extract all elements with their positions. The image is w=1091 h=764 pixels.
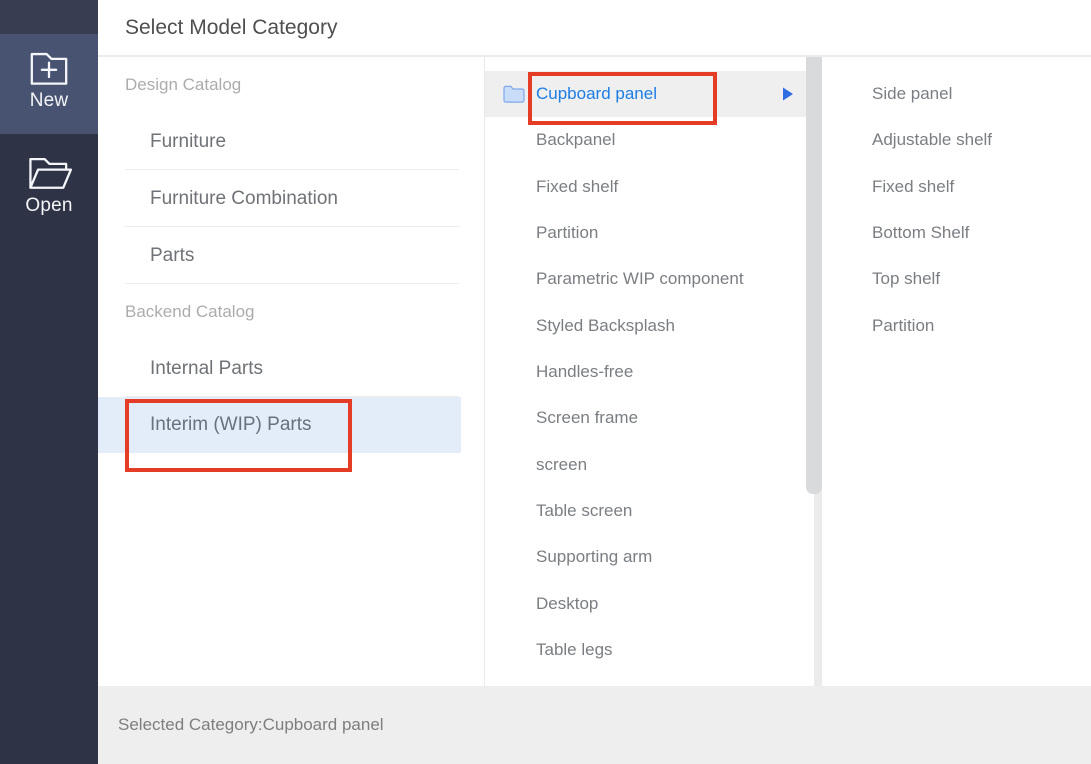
page-title: Select Model Category: [125, 0, 337, 55]
status-text: Selected Category:Cupboard panel: [118, 715, 384, 735]
subcategory-label: Cupboard panel: [536, 84, 657, 104]
subcategory-item-desktop[interactable]: Desktop: [485, 581, 806, 627]
subcategory-item-table-legs[interactable]: Table legs: [485, 627, 806, 673]
section-header-backend-catalog: Backend Catalog: [98, 284, 484, 340]
detail-list: Side panel Adjustable shelf Fixed shelf …: [822, 71, 1091, 349]
status-bar: Selected Category:Cupboard panel: [98, 686, 1091, 764]
sidebar: New Open: [0, 0, 98, 764]
detail-item-top-shelf[interactable]: Top shelf: [822, 256, 1091, 302]
category-item-parts[interactable]: Parts: [98, 227, 484, 284]
subcategory-item-partition[interactable]: Partition: [485, 210, 806, 256]
open-folder-icon: [25, 152, 73, 192]
subcategory-item-fixed-shelf[interactable]: Fixed shelf: [485, 164, 806, 210]
category-panel: Design Catalog Furniture Furniture Combi…: [98, 57, 485, 686]
open-button-label: Open: [25, 195, 72, 217]
detail-item-bottom-shelf[interactable]: Bottom Shelf: [822, 210, 1091, 256]
detail-item-side-panel[interactable]: Side panel: [822, 71, 1091, 117]
subcategory-item-screen[interactable]: screen: [485, 442, 806, 488]
new-button[interactable]: New: [0, 34, 98, 134]
folder-icon: [503, 85, 525, 103]
title-bar: Select Model Category: [98, 0, 1091, 57]
open-button[interactable]: Open: [0, 134, 98, 238]
category-item-furniture[interactable]: Furniture: [98, 113, 484, 170]
new-folder-icon: [26, 45, 72, 87]
detail-panel: Side panel Adjustable shelf Fixed shelf …: [822, 57, 1091, 686]
new-button-label: New: [30, 90, 69, 112]
detail-item-fixed-shelf[interactable]: Fixed shelf: [822, 164, 1091, 210]
detail-item-partition[interactable]: Partition: [822, 303, 1091, 349]
section-header-design-catalog: Design Catalog: [98, 57, 484, 113]
category-item-interim-wip-parts[interactable]: Interim (WIP) Parts: [98, 397, 461, 453]
category-item-furniture-combination[interactable]: Furniture Combination: [98, 170, 484, 227]
subcategory-item-handles-free[interactable]: Handles-free: [485, 349, 806, 395]
arrow-right-icon: [783, 88, 793, 101]
subcategory-panel: Cupboard panel Backpanel Fixed shelf Par…: [485, 57, 822, 686]
scrollbar-thumb[interactable]: [806, 57, 822, 494]
subcategory-item-table-screen[interactable]: Table screen: [485, 488, 806, 534]
sidebar-top-strip: [0, 0, 98, 34]
subcategory-item-backpanel[interactable]: Backpanel: [485, 117, 806, 163]
subcategory-item-styled-backsplash[interactable]: Styled Backsplash: [485, 303, 806, 349]
subcategory-list: Cupboard panel Backpanel Fixed shelf Par…: [485, 71, 806, 673]
category-item-internal-parts[interactable]: Internal Parts: [98, 340, 484, 397]
detail-item-adjustable-shelf[interactable]: Adjustable shelf: [822, 117, 1091, 163]
subcategory-item-parametric-wip-component[interactable]: Parametric WIP component: [485, 256, 806, 302]
subcategory-item-supporting-arm[interactable]: Supporting arm: [485, 534, 806, 580]
subcategory-item-cupboard-panel[interactable]: Cupboard panel: [485, 71, 806, 117]
subcategory-item-screen-frame[interactable]: Screen frame: [485, 395, 806, 441]
